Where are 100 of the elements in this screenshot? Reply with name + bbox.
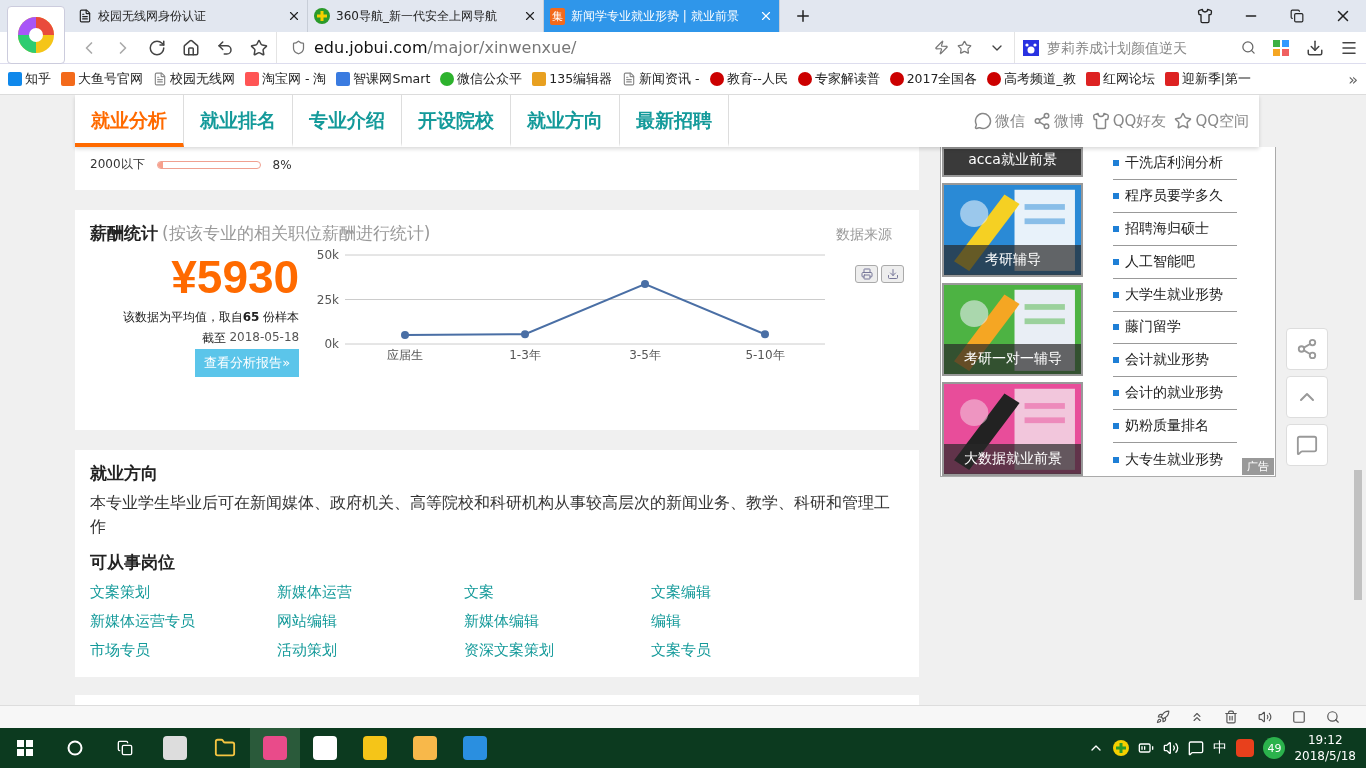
speed-icon[interactable]	[1190, 710, 1204, 724]
scroll-thumb[interactable]	[1354, 470, 1362, 600]
bookmark[interactable]: 迎新季|第一	[1164, 70, 1251, 88]
site-icon	[61, 72, 75, 86]
bullet-icon	[1113, 192, 1119, 199]
job-link[interactable]: 网站编辑	[277, 611, 464, 632]
job-link[interactable]: 新媒体运营专员	[90, 611, 277, 632]
battery-icon[interactable]	[1138, 740, 1155, 756]
bookmark[interactable]: 新闻资讯 -	[622, 70, 700, 88]
bookmark[interactable]: 淘宝网 - 淘	[245, 70, 327, 88]
windows-icon[interactable]	[17, 740, 33, 756]
section-subtitle: (按该专业的相关职位薪酬进行统计)	[162, 222, 431, 245]
task-view-icon[interactable]	[117, 740, 133, 756]
ad-link[interactable]: 大学生就业形势	[1113, 278, 1237, 312]
search-field[interactable]: 萝莉养成计划颜值逆天	[1045, 34, 1235, 61]
bookmark[interactable]: 大鱼号官网	[61, 70, 143, 88]
feedback-button[interactable]	[1286, 424, 1328, 466]
volume-icon[interactable]	[1163, 740, 1180, 756]
reload-icon[interactable]	[148, 38, 166, 57]
job-link[interactable]: 新媒体运营	[277, 582, 464, 603]
job-link[interactable]: 文案	[464, 582, 651, 603]
plus-icon[interactable]	[1113, 740, 1130, 756]
clock[interactable]: 19:12 2018/5/18	[1294, 732, 1356, 764]
browser-logo[interactable]	[7, 6, 65, 64]
bookmark[interactable]: 专家解读普	[797, 70, 880, 88]
ad-link[interactable]: 奶粉质量排名	[1113, 410, 1237, 444]
bookmark[interactable]: 教育--人民	[709, 70, 788, 88]
job-link[interactable]: 活动策划	[277, 640, 464, 661]
more-bookmarks[interactable]: »	[1348, 69, 1358, 89]
bookmark[interactable]: 微信公众平	[440, 70, 523, 88]
ad-link[interactable]: 人工智能吧	[1113, 245, 1237, 279]
volume-icon[interactable]	[1258, 710, 1272, 724]
skin-icon[interactable]	[1197, 8, 1213, 24]
bullet-icon	[1113, 291, 1119, 298]
share-link[interactable]: 微博	[1032, 111, 1084, 131]
ad-link[interactable]: 会计的就业形势	[1113, 377, 1237, 411]
job-link[interactable]: 新媒体编辑	[464, 611, 651, 632]
print-button[interactable]	[855, 265, 878, 283]
restore-icon[interactable]	[1290, 9, 1304, 23]
chat-icon	[440, 72, 455, 86]
job-link[interactable]: 市场专员	[90, 640, 277, 661]
window-icon[interactable]	[1292, 710, 1306, 724]
tile-caption: 大数据就业前景	[944, 444, 1081, 474]
axis-label: 应届生	[387, 348, 424, 362]
bookmark[interactable]: 135编辑器	[532, 70, 613, 88]
home-icon[interactable]	[182, 38, 200, 57]
notification-icon[interactable]	[1188, 740, 1205, 756]
plus-icon	[314, 8, 330, 24]
tile-caption: 考研一对一辅导	[944, 344, 1081, 375]
date-value: 2018-05-18	[229, 330, 300, 346]
cortana-icon[interactable]	[67, 740, 83, 756]
share-button[interactable]	[1286, 328, 1328, 370]
data-point	[761, 330, 770, 339]
job-link[interactable]: 文案策划	[90, 582, 277, 603]
job-link[interactable]: 编辑	[651, 611, 838, 632]
rocket-icon[interactable]	[1156, 710, 1170, 724]
ad-link[interactable]: 招聘海归硕士	[1113, 212, 1237, 246]
job-link[interactable]: 文案编辑	[651, 582, 838, 603]
search-icon[interactable]	[1326, 710, 1340, 724]
star-icon[interactable]	[250, 38, 268, 57]
ad-link[interactable]: 干洗店利润分析	[1113, 147, 1237, 180]
share-link[interactable]: QQ空间	[1174, 111, 1249, 131]
close-icon[interactable]	[287, 9, 301, 23]
apps-icon[interactable]	[1273, 39, 1289, 56]
close-icon[interactable]	[523, 9, 537, 23]
ime-indicator[interactable]: 中	[1213, 739, 1228, 757]
bookmark[interactable]: 红网论坛	[1085, 70, 1155, 88]
bookmark[interactable]: 高考频道_教	[987, 70, 1076, 88]
folder-icon[interactable]	[214, 737, 236, 759]
flash-icon[interactable]	[934, 40, 949, 55]
bullet-icon	[1113, 159, 1119, 166]
ad-link[interactable]: 大专生就业形势	[1113, 443, 1237, 477]
search-icon[interactable]	[1241, 40, 1256, 55]
ad-link[interactable]: 会计就业形势	[1113, 344, 1237, 378]
download-button[interactable]	[881, 265, 904, 283]
ad-tile[interactable]: 考研一对一辅导	[942, 282, 1083, 377]
share-link[interactable]: 微信	[973, 111, 1025, 131]
ad-link[interactable]: 藤门留学	[1113, 311, 1237, 345]
ad-tile[interactable]: acca就业前景	[942, 147, 1083, 177]
job-link[interactable]: 资深文案策划	[464, 640, 651, 661]
bookmark[interactable]: 知乎	[8, 70, 51, 88]
ad-tile[interactable]: 考研辅导	[942, 182, 1083, 277]
address-field[interactable]: edu.jobui.com/major/xinwenxue/	[276, 32, 980, 63]
trash-icon[interactable]	[1224, 710, 1238, 724]
bookmark[interactable]: 校园无线网	[153, 70, 235, 88]
share-link[interactable]: QQ好友	[1091, 111, 1167, 131]
bookmark[interactable]: 2017全国各	[889, 70, 978, 88]
ad-tile[interactable]: 大数据就业前景	[942, 382, 1083, 476]
description: 本专业学生毕业后可在新闻媒体、政府机关、高等院校和科研机构从事较高层次的新闻业务、教学、科研和管理工作	[90, 492, 891, 538]
bookmark[interactable]: 智课网Smart	[336, 70, 431, 88]
axis-label: 0k	[324, 337, 340, 351]
undo-icon[interactable]	[216, 38, 234, 57]
job-link[interactable]: 文案专员	[651, 640, 838, 661]
new-tab-icon[interactable]	[794, 7, 812, 25]
site-icon	[532, 72, 547, 86]
sample-note: 该数据为平均值，取自65 份样本	[122, 309, 300, 326]
download-icon[interactable]	[1306, 38, 1324, 57]
ad-link[interactable]: 程序员要学多久	[1113, 179, 1237, 213]
star-icon[interactable]	[957, 40, 972, 55]
site-icon	[987, 72, 1002, 86]
